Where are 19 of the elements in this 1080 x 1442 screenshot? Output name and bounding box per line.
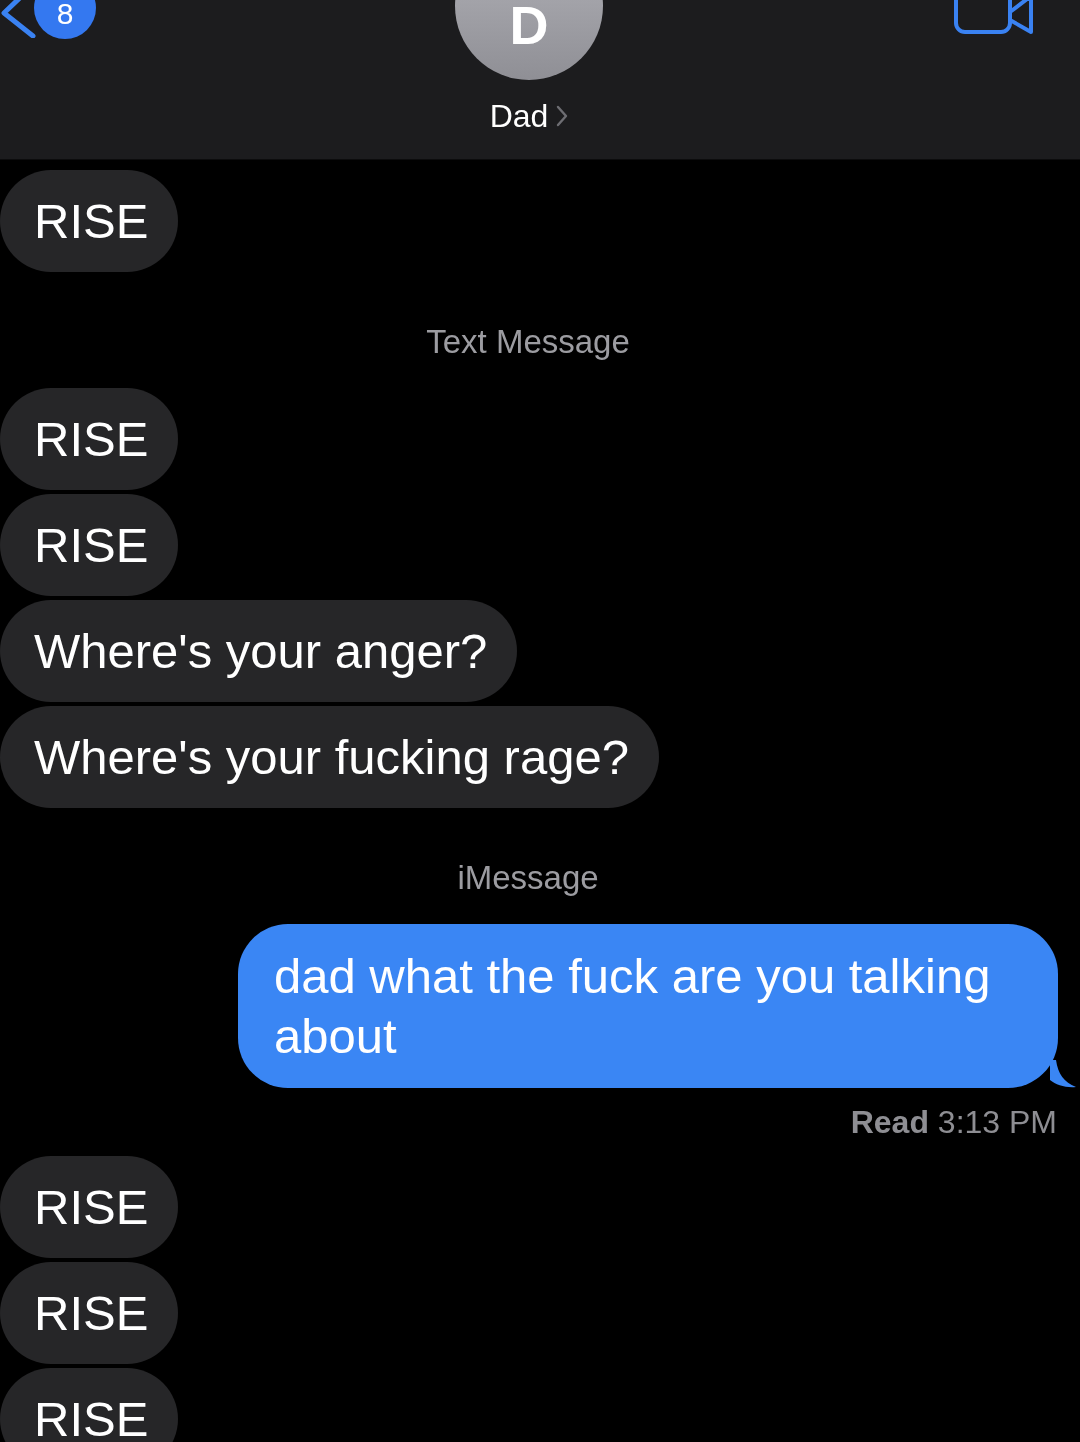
contact-avatar[interactable]: D [455, 0, 603, 80]
contact-name-button[interactable]: Dad [489, 98, 569, 134]
message-bubble: RISE [0, 1262, 179, 1364]
message-bubble: RISE [0, 1156, 179, 1258]
message-bubble: dad what the fuck are you talking about [238, 924, 1058, 1088]
message-bubble: RISE [0, 494, 179, 596]
read-receipt: Read 3:13 PM [850, 1105, 1057, 1139]
unread-count-badge: 8 [34, 0, 96, 39]
message-bubble: Where's your anger? [0, 600, 518, 702]
back-chevron-icon [0, 0, 38, 38]
message-bubble: RISE [0, 1368, 179, 1442]
chevron-right-icon [556, 105, 569, 127]
message-bubble: RISE [0, 388, 179, 490]
back-button[interactable]: 8 [0, 0, 96, 39]
service-label: Text Message [426, 324, 630, 360]
bubble-tail-icon [1050, 1060, 1076, 1088]
service-label: iMessage [457, 860, 599, 896]
message-bubble: RISE [0, 170, 179, 272]
message-bubble: Where's your fucking rage? [0, 706, 659, 808]
